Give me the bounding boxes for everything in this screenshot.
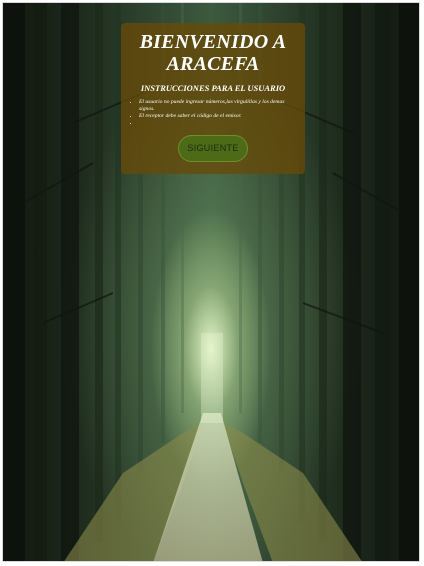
page-frame: BIENVENIDO A ARACEFA INSTRUCCIONES PARA …: [2, 2, 420, 562]
instruction-item: El usuario no puede ingresar números,las…: [139, 99, 298, 113]
button-container: SIGUIENTE: [128, 135, 298, 162]
instructions-list: El usuario no puede ingresar números,las…: [128, 99, 298, 127]
instruction-item: El receptor debe saber el código de el e…: [139, 113, 298, 120]
instructions-heading: INSTRUCCIONES PARA EL USUARIO: [140, 83, 286, 93]
welcome-title: BIENVENIDO A ARACEFA: [139, 31, 287, 75]
instruction-item-empty: [139, 120, 298, 127]
next-button[interactable]: SIGUIENTE: [178, 135, 248, 162]
welcome-panel: BIENVENIDO A ARACEFA INSTRUCCIONES PARA …: [121, 23, 305, 174]
